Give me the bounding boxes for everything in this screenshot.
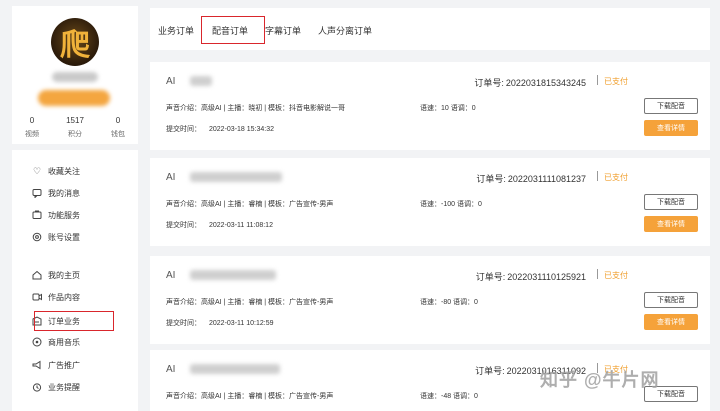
tab-subtitle-orders[interactable]: 字幕订单	[265, 24, 301, 37]
download-dubbing-button[interactable]: 下载配音	[644, 194, 698, 210]
order-card: AI 订单号: 2022031110125921 已支付 声音介绍：高级AI | …	[150, 256, 710, 344]
sidebar-item-favorites[interactable]: ♡ 收藏关注	[32, 164, 80, 178]
heart-icon: ♡	[32, 165, 42, 176]
blurred-order-title	[190, 76, 212, 86]
megaphone-icon	[32, 360, 42, 370]
order-number: 订单号: 2022031111081237	[476, 172, 586, 185]
alarm-icon	[32, 382, 42, 392]
blurred-order-title	[190, 270, 276, 280]
separator	[597, 171, 598, 181]
order-number-value: 2022031815343245	[505, 78, 586, 88]
orders-highlight-box	[34, 311, 114, 331]
submit-time-label: 提交时间：	[166, 126, 201, 133]
separator	[597, 75, 598, 85]
order-number-value: 2022031111081237	[507, 174, 586, 184]
sidebar-item-works[interactable]: 作品内容	[32, 290, 80, 304]
view-details-button[interactable]: 查看详情	[644, 314, 698, 330]
stat-label: 钱包	[111, 131, 125, 138]
tab-business-orders[interactable]: 业务订单	[158, 24, 194, 37]
sidebar-item-label: 我的主页	[48, 270, 80, 280]
order-number-label: 订单号:	[475, 366, 505, 376]
video-icon	[32, 292, 42, 302]
sidebar-item-label: 商用音乐	[48, 337, 80, 347]
sidebar-item-reminders[interactable]: 业务提醒	[32, 380, 80, 394]
stat-wallet[interactable]: 0 钱包	[98, 116, 138, 139]
submit-time: 提交时间： 2022-03-11 10:12:59	[166, 318, 273, 328]
ai-label: AI	[166, 76, 176, 87]
voice-details: 声音介绍：高级AI | 主播：睿楠 | 模板：广告宣传-男声	[166, 393, 334, 400]
speed-pitch: 语速：-80 语调：0	[420, 299, 478, 306]
voice-details: 声音介绍：高级AI | 主播：睿楠 | 模板：广告宣传-男声	[166, 299, 334, 306]
stat-value: 0	[115, 116, 121, 125]
submit-time-value: 2022-03-11 10:12:59	[209, 320, 274, 327]
home-icon	[32, 270, 42, 280]
submit-time: 提交时间： 2022-03-18 15:34:32	[166, 124, 274, 134]
status-badge: 已支付	[604, 173, 628, 182]
sidebar-item-label: 我的消息	[48, 188, 80, 198]
sidebar-item-services[interactable]: 功能服务	[32, 208, 80, 222]
separator	[597, 269, 598, 279]
stat-points[interactable]: 1517 积分	[55, 116, 95, 139]
submit-time-label: 提交时间：	[166, 222, 201, 229]
speed-pitch: 语速：-100 语调：0	[420, 201, 482, 208]
avatar-logo: 爬	[60, 28, 90, 63]
submit-time-value: 2022-03-11 11:08:12	[209, 222, 273, 229]
stat-value: 0	[29, 116, 35, 125]
avatar[interactable]: 爬	[51, 18, 99, 66]
ai-label: AI	[166, 172, 176, 183]
active-tab-highlight	[201, 16, 265, 44]
stat-label: 积分	[68, 131, 82, 138]
order-number-label: 订单号:	[474, 78, 504, 88]
message-icon	[32, 188, 42, 198]
order-number-label: 订单号:	[476, 174, 506, 184]
sidebar-item-label: 功能服务	[48, 210, 80, 220]
sidebar-item-label: 账号设置	[48, 232, 80, 242]
settings-icon	[32, 232, 42, 242]
order-card: AI 订单号: 2022031815343245 已支付 声音介绍：高级AI | …	[150, 62, 710, 150]
sidebar-item-promotion[interactable]: 广告推广	[32, 358, 80, 372]
sidebar-item-home[interactable]: 我的主页	[32, 268, 80, 282]
view-details-button[interactable]: 查看详情	[644, 216, 698, 232]
service-icon	[32, 210, 42, 220]
order-number: 订单号: 2022031815343245	[474, 76, 586, 89]
tab-vocal-separation-orders[interactable]: 人声分离订单	[318, 24, 372, 37]
sidebar-item-label: 业务提醒	[48, 382, 80, 392]
sidebar-item-label: 广告推广	[48, 360, 80, 370]
stat-value: 1517	[66, 116, 84, 125]
submit-time-value: 2022-03-18 15:34:32	[209, 126, 274, 133]
download-dubbing-button[interactable]: 下载配音	[644, 292, 698, 308]
voice-details: 声音介绍：高级AI | 主播：晓初 | 模板：抖音电影解说一哥	[166, 105, 346, 112]
sidebar-item-label: 收藏关注	[48, 166, 80, 176]
blurred-order-title	[190, 364, 280, 374]
speed-pitch: 语速：10 语调：0	[420, 105, 476, 112]
blurred-order-title	[190, 172, 282, 182]
status-badge: 已支付	[604, 77, 628, 86]
sidebar-item-commercial-music[interactable]: 商用音乐	[32, 335, 80, 349]
order-card: AI 订单号: 2022031111081237 已支付 声音介绍：高级AI | …	[150, 158, 710, 246]
order-number-value: 2022031110125921	[507, 272, 586, 282]
speed-pitch: 语速：-48 语调：0	[420, 393, 478, 400]
sidebar-item-messages[interactable]: 我的消息	[32, 186, 80, 200]
status-badge: 已支付	[604, 271, 628, 280]
order-tabs: 业务订单 配音订单 字幕订单 人声分离订单	[150, 8, 710, 50]
voice-details: 声音介绍：高级AI | 主播：睿楠 | 模板：广告宣传-男声	[166, 201, 334, 208]
download-dubbing-button[interactable]: 下载配音	[644, 98, 698, 114]
stat-label: 视频	[25, 131, 39, 138]
order-number: 订单号: 2022031110125921	[476, 270, 586, 283]
sidebar-item-label: 作品内容	[48, 292, 80, 302]
ai-label: AI	[166, 364, 176, 375]
blurred-username	[52, 72, 98, 82]
ai-label: AI	[166, 270, 176, 281]
profile-card: 爬 0 视频 1517 积分 0 钱包	[12, 6, 138, 144]
watermark: 知乎 @牛片网	[540, 370, 660, 390]
submit-time-label: 提交时间：	[166, 320, 201, 327]
view-details-button[interactable]: 查看详情	[644, 120, 698, 136]
order-number-label: 订单号:	[475, 272, 506, 282]
blurred-vip-badge	[38, 90, 110, 106]
sidebar-item-account-settings[interactable]: 账号设置	[32, 230, 80, 244]
music-icon	[32, 337, 42, 347]
submit-time: 提交时间： 2022-03-11 11:08:12	[166, 220, 273, 230]
stat-videos[interactable]: 0 视频	[12, 116, 52, 139]
